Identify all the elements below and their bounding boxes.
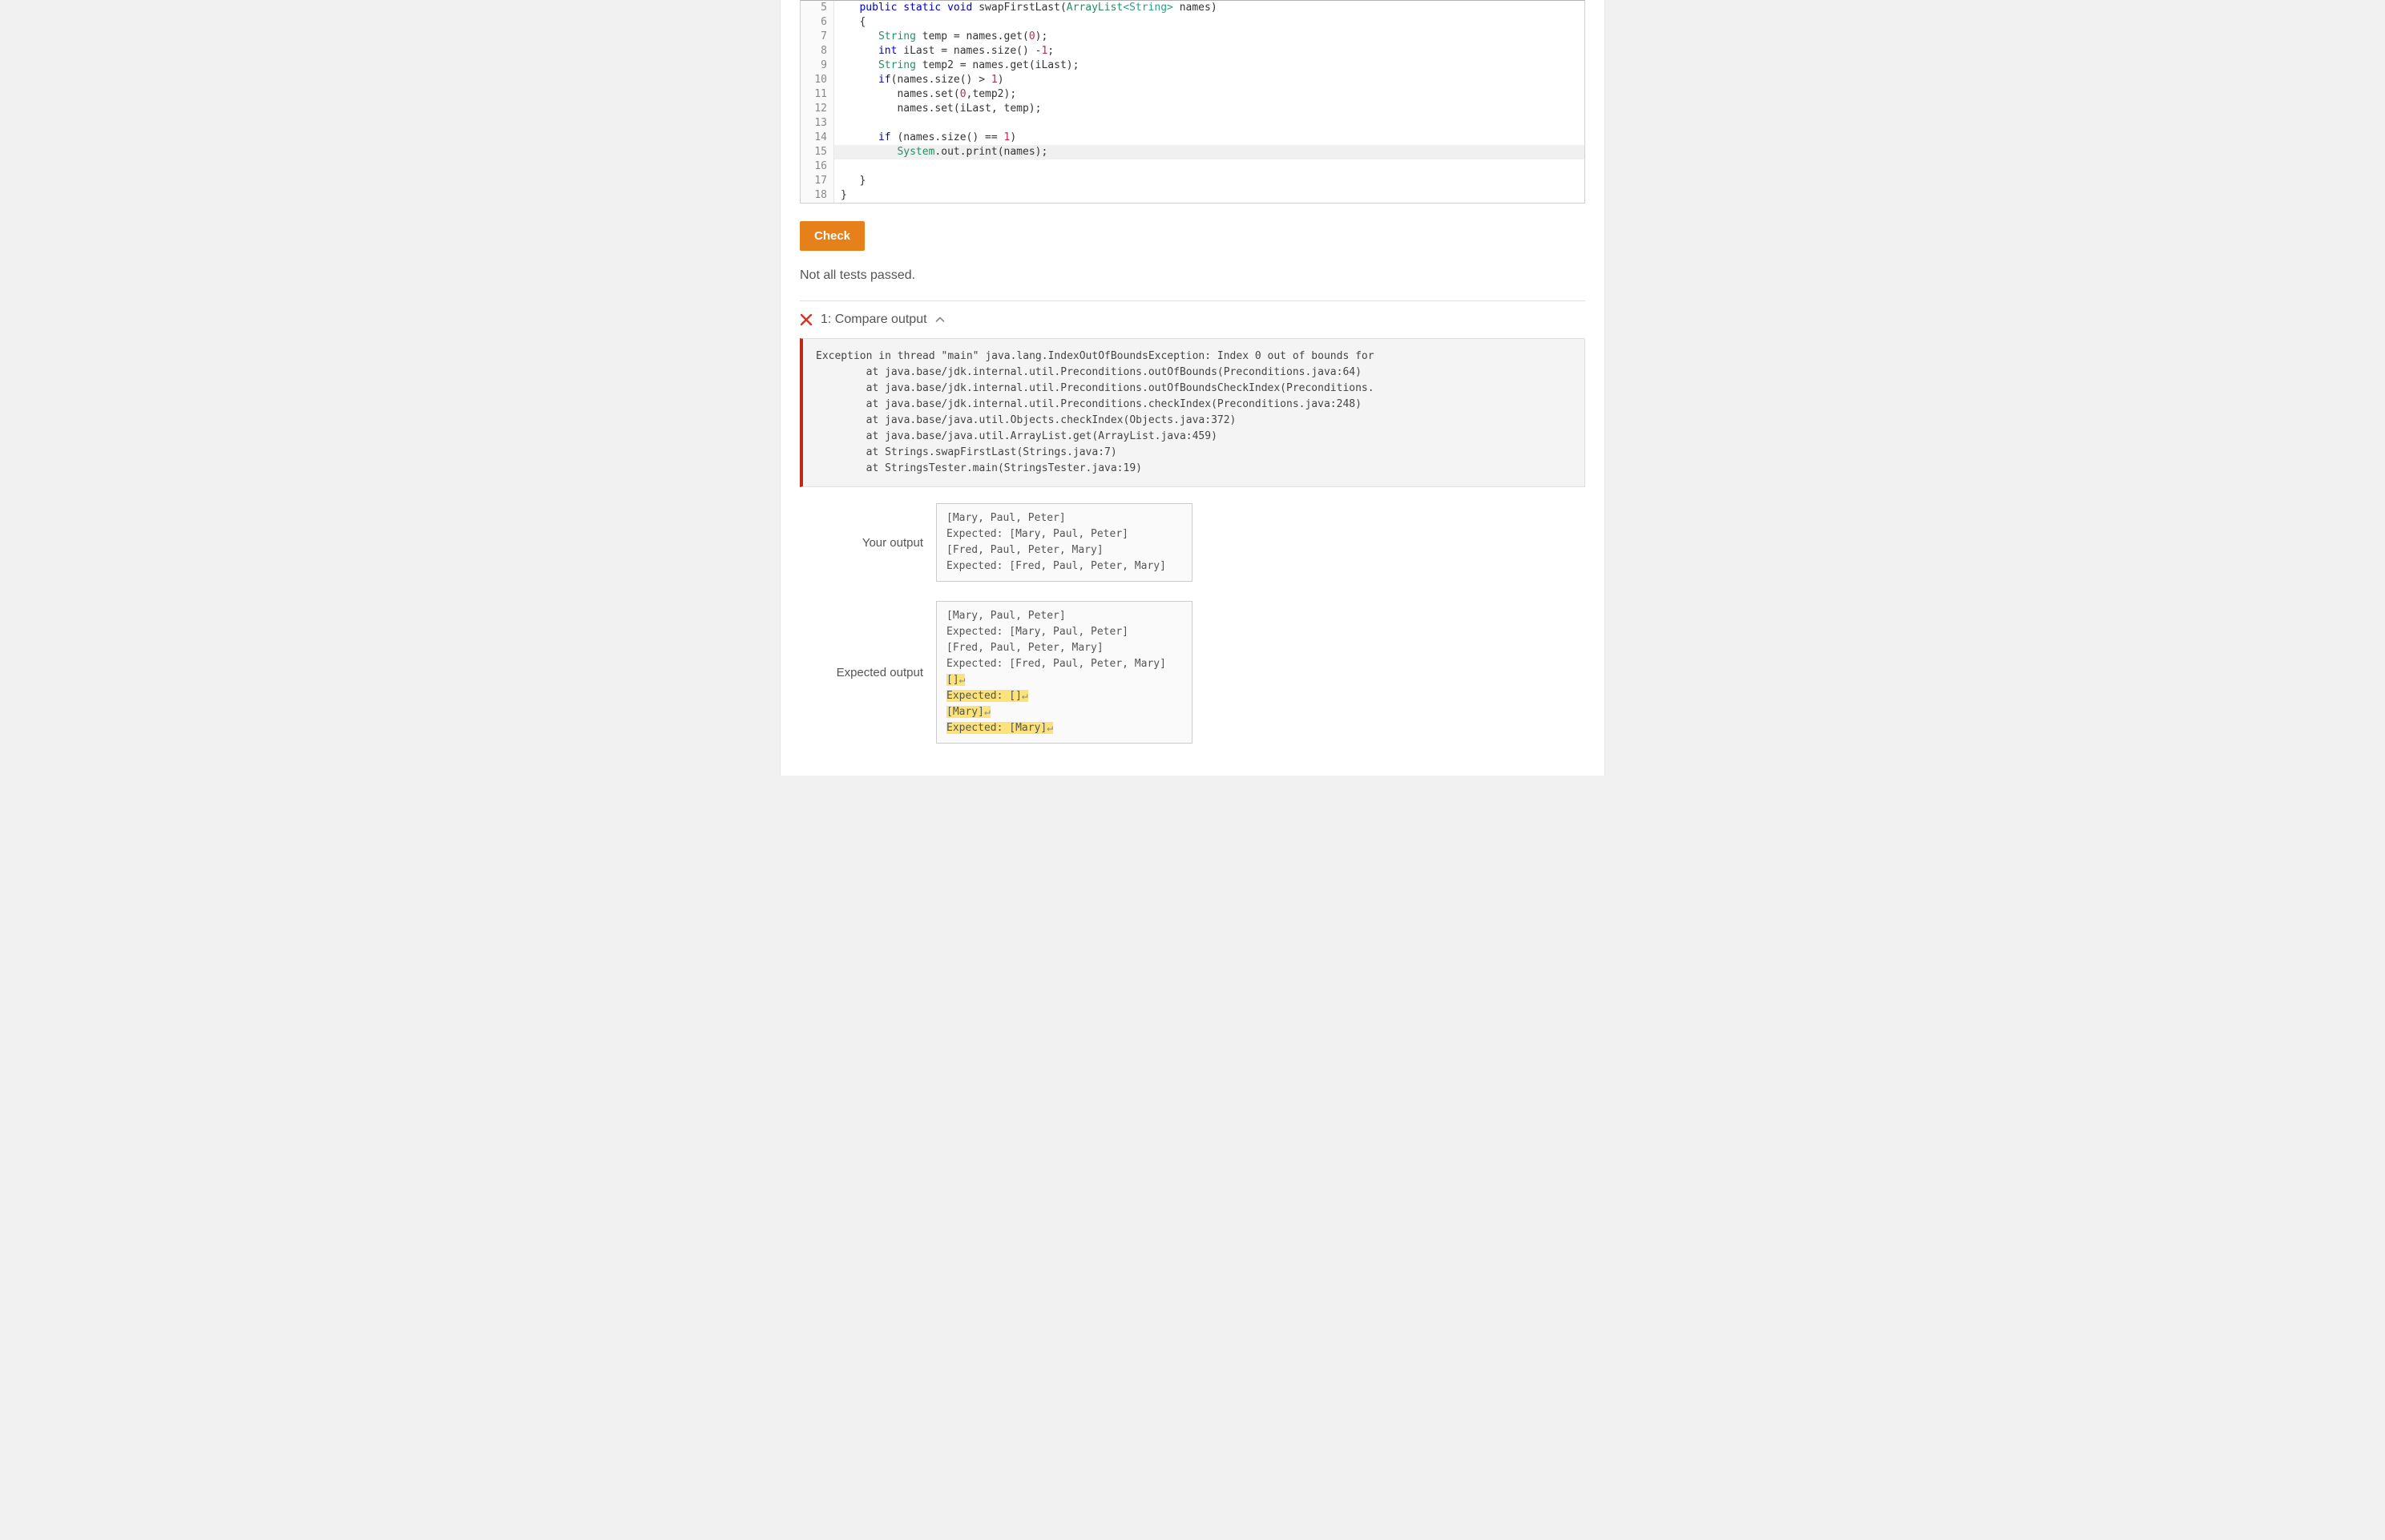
code-area[interactable]: public static void swapFirstLast(ArrayLi… [834,1,1584,203]
expected-output-label: Expected output [800,666,928,679]
code-line[interactable]: int iLast = names.size() -1; [841,44,1578,58]
line-number: 16 [807,159,827,174]
output-line: [Fred, Paul, Peter, Mary] [946,640,1182,656]
code-line[interactable] [841,159,1578,174]
check-button[interactable]: Check [800,221,865,251]
line-number: 8 [807,44,827,58]
output-line: [Mary]↵ [946,704,1182,720]
your-output-label: Your output [800,536,928,550]
line-number: 12 [807,102,827,116]
line-number: 18 [807,188,827,203]
output-line: Expected: []↵ [946,688,1182,704]
line-number: 17 [807,174,827,188]
code-line[interactable]: public static void swapFirstLast(ArrayLi… [841,1,1578,15]
output-line: Expected: [Mary, Paul, Peter] [946,624,1182,640]
code-line[interactable]: String temp2 = names.get(iLast); [841,58,1578,73]
code-line[interactable]: names.set(iLast, temp); [841,102,1578,116]
status-text: Not all tests passed. [800,268,1585,283]
line-number: 6 [807,15,827,30]
code-line[interactable]: } [841,174,1578,188]
output-line: [Mary, Paul, Peter] [946,608,1182,624]
separator [800,300,1585,301]
line-number: 13 [807,116,827,131]
output-line: Expected: [Mary, Paul, Peter] [946,526,1182,542]
test-result-header[interactable]: 1: Compare output [800,312,1585,327]
output-line: Expected: [Fred, Paul, Peter, Mary] [946,656,1182,672]
output-line: []↵ [946,672,1182,688]
line-number: 14 [807,131,827,145]
fail-icon [800,313,813,326]
line-number: 10 [807,73,827,87]
output-line: [Mary, Paul, Peter] [946,510,1182,526]
code-line[interactable]: names.set(0,temp2); [841,87,1578,102]
test-header-text: 1: Compare output [821,312,927,327]
code-line[interactable]: } [841,188,1578,203]
line-number: 11 [807,87,827,102]
exception-output: Exception in thread "main" java.lang.Ind… [800,338,1585,487]
code-line[interactable]: String temp = names.get(0); [841,30,1578,44]
line-number-gutter: 56789101112131415161718 [801,1,834,203]
expected-output-box: [Mary, Paul, Peter]Expected: [Mary, Paul… [936,601,1192,744]
line-number: 9 [807,58,827,73]
code-line[interactable]: if(names.size() > 1) [841,73,1578,87]
your-output-box: [Mary, Paul, Peter]Expected: [Mary, Paul… [936,503,1192,582]
code-editor[interactable]: 56789101112131415161718 public static vo… [800,0,1585,204]
line-number: 5 [807,1,827,15]
code-line[interactable]: if (names.size() == 1) [841,131,1578,145]
code-line[interactable]: { [841,15,1578,30]
line-number: 7 [807,30,827,44]
output-line: [Fred, Paul, Peter, Mary] [946,542,1182,558]
output-comparison-grid: Your output [Mary, Paul, Peter]Expected:… [800,503,1585,744]
output-line: Expected: [Mary]↵ [946,720,1182,736]
code-line[interactable] [841,116,1578,131]
line-number: 15 [807,145,827,159]
output-line: Expected: [Fred, Paul, Peter, Mary] [946,558,1182,574]
chevron-up-icon [935,315,945,325]
